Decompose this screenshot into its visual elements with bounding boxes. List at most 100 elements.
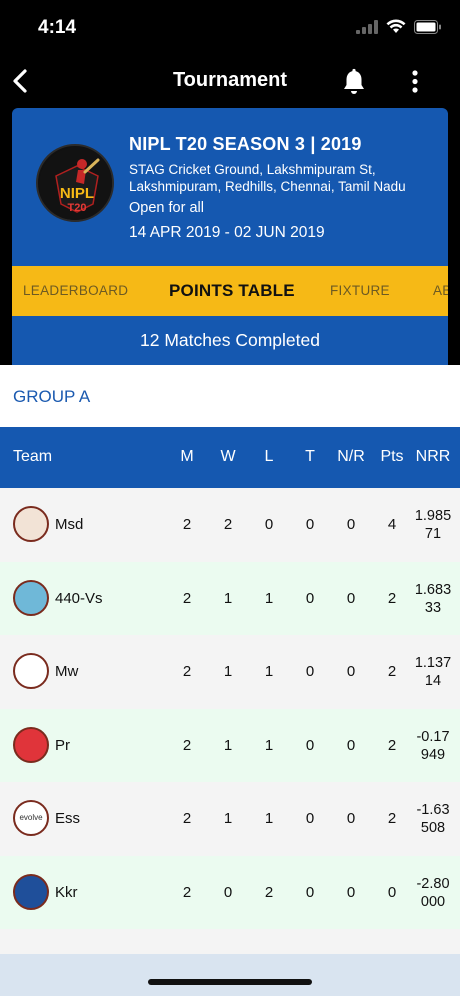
team-badge xyxy=(13,653,49,689)
cell-matches: 2 xyxy=(182,663,192,680)
more-vertical-icon xyxy=(412,70,418,93)
nrr-line-1: -1.63 xyxy=(416,802,450,818)
cell-points: 2 xyxy=(387,810,397,827)
cell-ties: 0 xyxy=(305,883,315,901)
table-row[interactable]: Msd 2 2 0 0 0 4 1.985 71 xyxy=(0,488,460,562)
home-indicator[interactable] xyxy=(148,979,312,985)
cell-no-result: 0 xyxy=(346,810,356,827)
team-badge xyxy=(13,506,49,542)
cell-wins: 0 xyxy=(223,883,233,901)
group-title: GROUP A xyxy=(13,387,91,406)
more-options-button[interactable] xyxy=(405,68,425,96)
logo-text-t20: T20 xyxy=(68,202,87,214)
cell-wins: 2 xyxy=(223,516,233,533)
header-matches: M xyxy=(180,448,194,465)
notifications-button[interactable] xyxy=(341,68,367,96)
nrr-line-2: 508 xyxy=(420,820,446,836)
cell-losses: 0 xyxy=(264,516,274,533)
badge-text: evolve xyxy=(19,813,43,822)
wifi-icon xyxy=(386,19,406,33)
status-icons xyxy=(356,19,442,34)
team-badge xyxy=(13,579,49,616)
cell-wins: 1 xyxy=(223,810,233,827)
table-header: Team M W L T N/R Pts NRR xyxy=(0,427,460,488)
header-nrr: NRR xyxy=(415,448,451,465)
matches-completed: 12 Matches Completed xyxy=(140,330,320,350)
cell-nrr: -0.17 949 xyxy=(408,728,458,764)
tab-points-table[interactable]: POINTS TABLE xyxy=(169,281,295,301)
nrr-line-2: 000 xyxy=(420,893,446,910)
cell-no-result: 0 xyxy=(346,589,356,607)
cell-no-result: 0 xyxy=(346,736,356,754)
cell-ties: 0 xyxy=(305,516,315,533)
cell-losses: 1 xyxy=(264,736,274,754)
table-row[interactable]: Pr 2 1 1 0 0 2 -0.17 949 xyxy=(0,708,460,782)
cell-points: 2 xyxy=(387,736,397,754)
cell-matches: 2 xyxy=(182,883,192,901)
cell-matches: 2 xyxy=(182,736,192,754)
cell-points: 4 xyxy=(387,516,397,533)
tournament-card: NIPL T20 NIPL T20 SEASON 3 | 2019 STAG C… xyxy=(12,108,448,365)
team-name: Mw xyxy=(55,663,79,680)
nrr-line-1: 1.985 xyxy=(414,508,452,524)
header-wins: W xyxy=(220,448,236,465)
cell-no-result: 0 xyxy=(346,663,356,680)
cell-nrr: 1.137 14 xyxy=(408,654,458,690)
tab-fixture[interactable]: FIXTURE xyxy=(330,283,390,298)
tournament-name: NIPL T20 SEASON 3 | 2019 xyxy=(129,134,362,154)
points-table: Msd 2 2 0 0 0 4 1.985 71 440-Vs 2 1 1 0 0… xyxy=(0,488,460,929)
table-row[interactable]: Mw 2 1 1 0 0 2 1.137 14 xyxy=(0,635,460,709)
cell-points: 0 xyxy=(387,883,397,901)
nrr-line-1: 1.683 xyxy=(414,581,452,598)
cell-nrr: -1.63 508 xyxy=(408,801,458,837)
table-row[interactable]: Kkr 2 0 2 0 0 0 -2.80 000 xyxy=(0,855,460,929)
cell-ties: 0 xyxy=(305,589,315,607)
nrr-line-1: -2.80 xyxy=(416,875,450,892)
cell-points: 2 xyxy=(387,589,397,607)
cell-ties: 0 xyxy=(305,663,315,680)
team-name: Pr xyxy=(55,736,70,754)
tournament-entry: Open for all xyxy=(129,200,204,216)
list-footer xyxy=(0,929,460,954)
cell-matches: 2 xyxy=(182,810,192,827)
page-title: Tournament xyxy=(172,69,288,91)
group-header: GROUP A xyxy=(0,365,460,427)
cell-no-result: 0 xyxy=(346,516,356,533)
logo-text-nipl: NIPL xyxy=(60,185,94,202)
cell-ties: 0 xyxy=(305,736,315,754)
battery-icon xyxy=(414,19,441,34)
cell-nrr: -2.80 000 xyxy=(408,875,458,911)
table-row[interactable]: 440-Vs 2 1 1 0 0 2 1.683 33 xyxy=(0,561,460,635)
nav-bar: Tournament xyxy=(0,56,460,108)
cell-losses: 1 xyxy=(264,589,274,607)
nrr-line-2: 33 xyxy=(424,599,442,616)
bell-icon xyxy=(344,68,364,94)
cell-losses: 2 xyxy=(264,883,274,901)
tournament-venue: STAG Cricket Ground, Lakshmipuram St, La… xyxy=(129,162,406,194)
table-row[interactable]: evolve Ess 2 1 1 0 0 2 -1.63 508 xyxy=(0,782,460,856)
header-no-result: N/R xyxy=(337,448,365,465)
tab-leaderboard[interactable]: LEADERBOARD xyxy=(23,283,128,298)
team-name: Ess xyxy=(55,810,81,827)
cell-losses: 1 xyxy=(264,663,274,680)
cell-no-result: 0 xyxy=(346,883,356,901)
tab-bar: LEADERBOARD POINTS TABLE FIXTURE AB xyxy=(12,266,448,316)
cell-wins: 1 xyxy=(223,736,233,754)
team-badge xyxy=(13,726,49,763)
team-name: Kkr xyxy=(55,883,78,901)
cell-ties: 0 xyxy=(305,810,315,827)
nrr-line-1: 1.137 xyxy=(414,655,452,671)
team-name: Msd xyxy=(55,516,84,533)
nrr-line-1: -0.17 xyxy=(416,728,450,745)
cell-nrr: 1.683 33 xyxy=(408,581,458,617)
tournament-logo: NIPL T20 xyxy=(36,144,114,222)
status-bar: 4:14 xyxy=(0,0,460,56)
nrr-line-2: 14 xyxy=(424,673,442,689)
header-ties: T xyxy=(305,448,315,465)
cell-points: 2 xyxy=(387,663,397,680)
tab-more[interactable]: AB xyxy=(433,283,448,298)
tournament-dates: 14 APR 2019 - 02 JUN 2019 xyxy=(129,224,325,241)
cell-wins: 1 xyxy=(223,589,233,607)
team-name: 440-Vs xyxy=(55,589,103,607)
header-points: Pts xyxy=(380,448,404,465)
